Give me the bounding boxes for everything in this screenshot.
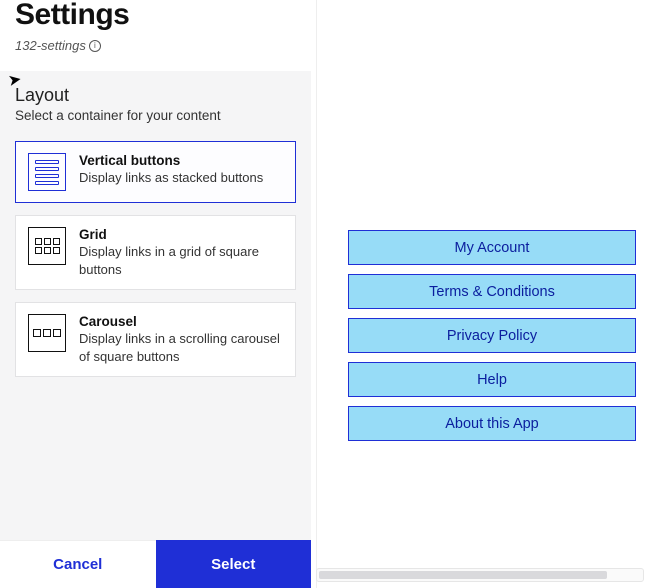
carousel-icon xyxy=(28,314,66,352)
option-title: Vertical buttons xyxy=(79,153,283,168)
select-button[interactable]: Select xyxy=(156,540,312,588)
option-title: Carousel xyxy=(79,314,283,329)
layout-section: Layout Select a container for your conte… xyxy=(0,71,311,540)
preview-button-about[interactable]: About this App xyxy=(348,406,636,441)
option-text: Vertical buttons Display links as stacke… xyxy=(79,153,283,187)
option-title: Grid xyxy=(79,227,283,242)
preview-pane: My Account Terms & Conditions Privacy Po… xyxy=(316,0,650,588)
header: Settings 132-settings i xyxy=(0,0,311,59)
option-carousel[interactable]: Carousel Display links in a scrolling ca… xyxy=(15,302,296,377)
cancel-button[interactable]: Cancel xyxy=(0,540,156,588)
option-grid[interactable]: Grid Display links in a grid of square b… xyxy=(15,215,296,290)
file-row: 132-settings i xyxy=(15,38,296,53)
option-desc: Display links in a grid of square button… xyxy=(79,243,283,278)
file-name: 132-settings xyxy=(15,38,86,53)
preview-button-terms[interactable]: Terms & Conditions xyxy=(348,274,636,309)
preview-button-privacy[interactable]: Privacy Policy xyxy=(348,318,636,353)
section-title: Layout xyxy=(15,85,296,106)
option-desc: Display links in a scrolling carousel of… xyxy=(79,330,283,365)
page-title: Settings xyxy=(15,0,296,32)
preview-button-my-account[interactable]: My Account xyxy=(348,230,636,265)
section-subtitle: Select a container for your content xyxy=(15,108,296,123)
option-desc: Display links as stacked buttons xyxy=(79,169,283,187)
layout-options: Vertical buttons Display links as stacke… xyxy=(15,141,296,377)
info-icon[interactable]: i xyxy=(89,40,101,52)
preview-button-help[interactable]: Help xyxy=(348,362,636,397)
scrollbar-thumb[interactable] xyxy=(319,571,607,579)
preview-button-stack: My Account Terms & Conditions Privacy Po… xyxy=(348,230,636,441)
grid-icon xyxy=(28,227,66,265)
settings-panel: Settings 132-settings i ➤ Layout Select … xyxy=(0,0,311,588)
vertical-buttons-icon xyxy=(28,153,66,191)
option-vertical-buttons[interactable]: Vertical buttons Display links as stacke… xyxy=(15,141,296,203)
footer: Cancel Select xyxy=(0,540,311,588)
option-text: Grid Display links in a grid of square b… xyxy=(79,227,283,278)
horizontal-scrollbar[interactable] xyxy=(316,568,644,582)
option-text: Carousel Display links in a scrolling ca… xyxy=(79,314,283,365)
